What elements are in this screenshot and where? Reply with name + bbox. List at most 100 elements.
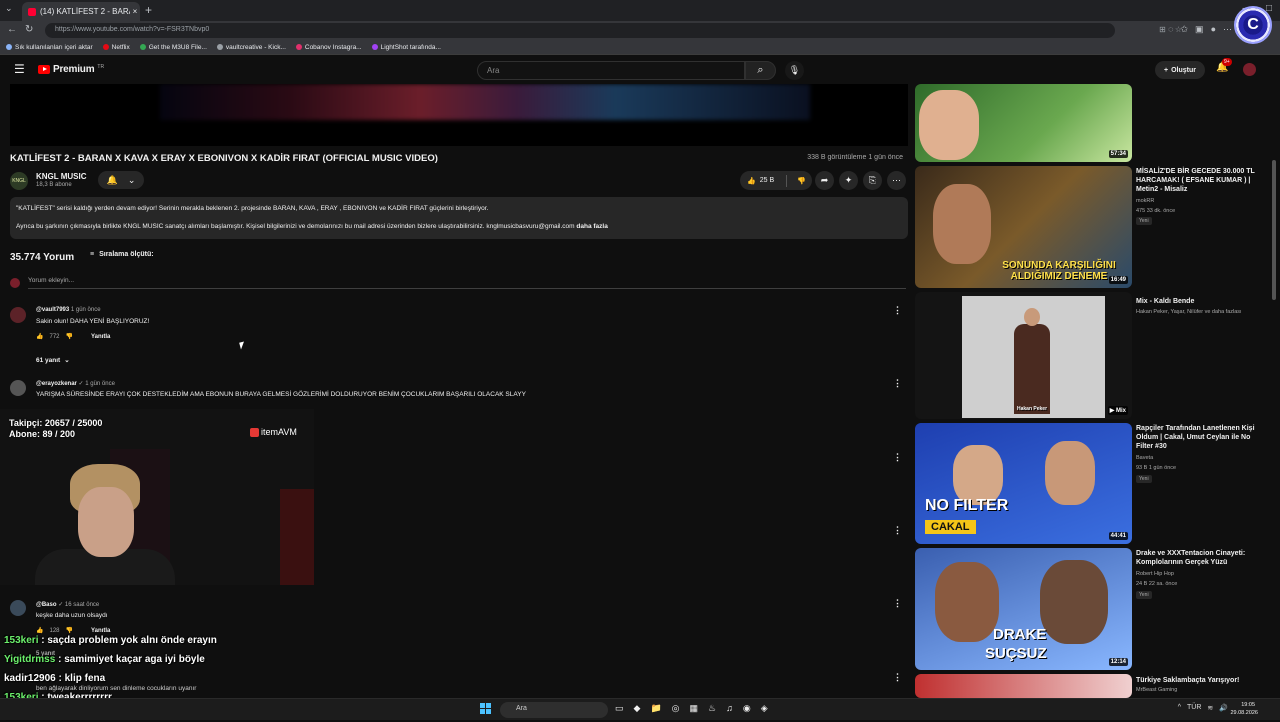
- reload-icon[interactable]: ↻: [25, 24, 33, 35]
- tab-search-icon[interactable]: ⌄: [5, 3, 13, 14]
- profile-icon[interactable]: ●: [1211, 24, 1216, 35]
- share-button[interactable]: ➦: [815, 171, 834, 190]
- collections-icon[interactable]: ▣: [1195, 24, 1204, 35]
- url-field[interactable]: https://www.youtube.com/watch?v=-FSR3TNb…: [45, 23, 1115, 38]
- like-icon[interactable]: 👍: [36, 627, 43, 634]
- rec-video-stats: 475 33 dk. önce: [1136, 208, 1176, 214]
- taskbar-search[interactable]: Ara: [500, 702, 608, 718]
- tray-lang[interactable]: TÜR: [1187, 704, 1201, 712]
- comment-author[interactable]: @vault7993: [36, 307, 69, 313]
- chat-message: kadir12906 : klip fena: [4, 673, 105, 684]
- rec-video-title[interactable]: Mix - Kaldı Bende: [1136, 297, 1268, 306]
- ask-ai-button[interactable]: ✦: [839, 171, 858, 190]
- menu-icon[interactable]: ☰: [14, 62, 25, 76]
- bookmark-item[interactable]: Cobanov Instagra...: [295, 44, 362, 51]
- dislike-icon[interactable]: 👎: [797, 177, 806, 185]
- channel-avatar[interactable]: KNGL: [10, 172, 28, 190]
- comment-avatar[interactable]: [10, 307, 26, 323]
- video-thumbnail[interactable]: SONUNDA KARŞILIĞINI ALDIĞIMIZ DENEME 16:…: [915, 166, 1132, 288]
- tab-close-icon[interactable]: ×: [130, 7, 140, 16]
- video-player[interactable]: [10, 84, 908, 146]
- mix-thumbnail[interactable]: Hakan Peker ▶ Mix: [915, 292, 1132, 419]
- bookmark-item[interactable]: vaultcreative - Kick...: [216, 44, 286, 51]
- wifi-icon[interactable]: ≋: [1207, 704, 1213, 712]
- save-button[interactable]: ⎘: [863, 171, 882, 190]
- system-tray: ^ TÜR ≋ 🔊: [1178, 704, 1228, 712]
- comment-author[interactable]: @erayozkenar: [36, 381, 77, 387]
- comment-author[interactable]: @Baso: [36, 602, 57, 608]
- back-icon[interactable]: ←: [7, 24, 17, 35]
- task-view-icon[interactable]: ▭: [615, 703, 624, 714]
- dislike-icon[interactable]: 👎: [66, 333, 73, 340]
- bookmark-item[interactable]: Netflix: [102, 44, 130, 51]
- favorites-icon[interactable]: ✩: [1181, 24, 1189, 35]
- rec-video-title[interactable]: Drake ve XXXTentacion Cinayeti: Komplola…: [1136, 549, 1268, 567]
- steam-icon[interactable]: ♨: [708, 703, 716, 714]
- comment-menu-icon[interactable]: ⋮: [893, 305, 902, 316]
- copilot-icon[interactable]: ◆: [634, 703, 641, 714]
- mic-button[interactable]: 🎙: [785, 61, 804, 80]
- new-tab-button[interactable]: +: [145, 3, 152, 17]
- thumbnail-caption: NO FILTER: [925, 497, 1009, 514]
- dislike-icon[interactable]: 👎: [66, 627, 73, 634]
- rec-video-title[interactable]: Rapçiler Tarafından Lanetlenen Kişi Oldu…: [1136, 424, 1268, 451]
- thumbnail-face: [919, 90, 979, 160]
- show-more-link[interactable]: daha fazla: [576, 223, 607, 230]
- volume-icon[interactable]: 🔊: [1219, 704, 1228, 712]
- rec-channel-name[interactable]: Robert Hip Hop: [1136, 571, 1174, 577]
- reply-button[interactable]: Yanıtla: [91, 628, 110, 634]
- spotify-icon[interactable]: ♫: [726, 703, 733, 714]
- chat-user: Yigitdrmss: [4, 654, 56, 665]
- video-thumbnail[interactable]: [915, 674, 1132, 698]
- reply-button[interactable]: Yanıtla: [91, 334, 110, 340]
- extensions-icon[interactable]: ◌: [1168, 24, 1173, 35]
- comment-menu-icon[interactable]: ⋮: [893, 598, 902, 609]
- search-button[interactable]: ⌕: [745, 61, 776, 80]
- create-button[interactable]: + Oluştur: [1155, 61, 1205, 79]
- discord-icon[interactable]: ◈: [761, 703, 768, 714]
- channel-name[interactable]: KNGL MUSIC: [36, 172, 87, 181]
- rec-channel-name[interactable]: Baveta: [1136, 455, 1153, 461]
- bookmark-item[interactable]: LightShot tarafında...: [371, 44, 441, 51]
- rec-channel-name[interactable]: Hakan Peker, Yaşar, Nilüfer ve daha fazl…: [1136, 309, 1242, 315]
- menu-dots-icon[interactable]: ⋯: [1223, 24, 1232, 35]
- subscribed-bell-button[interactable]: 🔔 ⌄: [98, 171, 144, 189]
- bookmark-item[interactable]: Get the M3U8 File...: [139, 44, 207, 51]
- video-thumbnail[interactable]: NO FILTER CAKAL 44:41: [915, 423, 1132, 544]
- store-icon[interactable]: ▦: [690, 703, 699, 714]
- comment-menu-icon[interactable]: ⋮: [893, 525, 902, 536]
- clock-time[interactable]: 19:05: [1241, 702, 1255, 708]
- tray-chevron-icon[interactable]: ^: [1178, 704, 1181, 712]
- youtube-logo[interactable]: Premium TR: [38, 64, 104, 75]
- comment-menu-icon[interactable]: ⋮: [893, 452, 902, 463]
- clock-date[interactable]: 29.08.2026: [1230, 710, 1258, 716]
- replies-toggle[interactable]: 61 yanıt ⌄: [36, 356, 70, 365]
- like-icon[interactable]: 👍: [36, 333, 43, 340]
- rec-channel-name[interactable]: MrBeast Gaming: [1136, 687, 1177, 693]
- edge-icon[interactable]: ◎: [672, 703, 680, 714]
- scrollbar[interactable]: [1272, 160, 1276, 300]
- video-thumbnail[interactable]: DRAKE SUÇSUZ 12:14: [915, 548, 1132, 670]
- bookmarks-bar: Sık kullanılanları içeri aktar Netflix G…: [0, 40, 1280, 55]
- browser-tab[interactable]: (14) KATLİFEST 2 - BARAN X KAVA ×: [22, 2, 140, 21]
- add-comment-input[interactable]: Yorum ekleyin...: [28, 277, 906, 289]
- comment-avatar[interactable]: [10, 600, 26, 616]
- sort-button[interactable]: ≡ Sıralama ölçütü:: [90, 251, 154, 258]
- account-avatar[interactable]: [1243, 63, 1256, 76]
- comment-menu-icon[interactable]: ⋮: [893, 672, 902, 683]
- comment-menu-icon[interactable]: ⋮: [893, 378, 902, 389]
- chrome-icon[interactable]: ◉: [743, 703, 751, 714]
- rec-channel-name[interactable]: mokRR: [1136, 198, 1154, 204]
- comment-avatar[interactable]: [10, 380, 26, 396]
- file-explorer-icon[interactable]: 📁: [650, 703, 661, 714]
- description-box[interactable]: "KATLİFEST" serisi kaldığı yerden devam …: [10, 197, 908, 239]
- rec-video-title[interactable]: Türkiye Saklambaçta Yarışıyor!: [1136, 676, 1268, 685]
- rec-video-title[interactable]: MİSALİZ'DE BİR GECEDE 30.000 TL HARCAMAK…: [1136, 167, 1268, 194]
- search-input[interactable]: Ara: [477, 61, 745, 80]
- bookmark-item[interactable]: Sık kullanılanları içeri aktar: [6, 44, 93, 51]
- start-icon[interactable]: [480, 703, 491, 714]
- like-icon[interactable]: 👍: [747, 177, 756, 185]
- install-app-icon[interactable]: ⊞: [1159, 25, 1166, 34]
- more-actions-button[interactable]: ⋯: [887, 171, 906, 190]
- video-thumbnail[interactable]: 57:34: [915, 84, 1132, 162]
